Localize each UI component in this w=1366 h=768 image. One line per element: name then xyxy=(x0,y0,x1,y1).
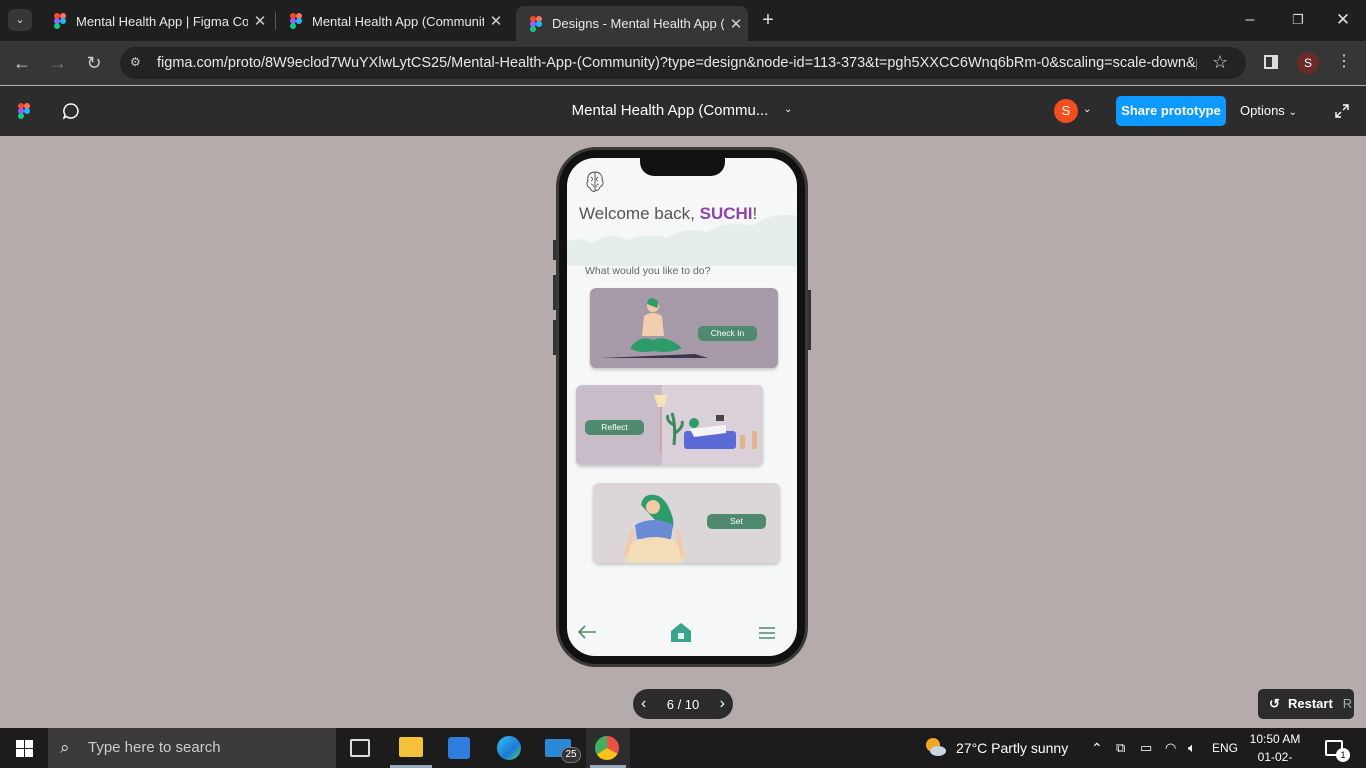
meet-now-icon[interactable]: ⧉ xyxy=(1116,728,1125,768)
welcome-suffix: ! xyxy=(752,204,758,223)
battery-icon[interactable]: ▭ xyxy=(1140,728,1152,768)
reload-icon[interactable]: ↻ xyxy=(82,52,106,74)
phone-side-button xyxy=(808,290,811,350)
figma-icon xyxy=(54,13,66,29)
next-frame-icon[interactable]: › xyxy=(720,695,725,713)
restart-shortcut: R xyxy=(1342,696,1353,711)
taskbar-search-input[interactable]: ⌕ Type here to search xyxy=(48,728,336,768)
tab-figma-community-1[interactable]: Mental Health App | Figma Com ✕ xyxy=(40,6,272,36)
chevron-down-icon: ⌄ xyxy=(1288,107,1297,118)
clock-time: 10:50 AM xyxy=(1249,732,1301,746)
profile-avatar[interactable]: S xyxy=(1297,52,1319,74)
options-label: Options xyxy=(1240,103,1285,118)
check-in-card[interactable]: Check In xyxy=(590,288,778,368)
weather-icon[interactable] xyxy=(923,736,947,758)
tab-search-icon[interactable]: ⌄ xyxy=(8,9,32,31)
set-button[interactable]: Set xyxy=(707,514,766,529)
check-in-button[interactable]: Check In xyxy=(698,326,757,341)
fullscreen-icon[interactable] xyxy=(1334,103,1350,119)
notification-count: 1 xyxy=(1336,748,1350,762)
options-button[interactable]: Options ⌄ xyxy=(1240,96,1310,126)
user-name: SUCHI xyxy=(699,204,753,223)
restore-icon[interactable]: ❐ xyxy=(1288,8,1308,32)
chevron-down-icon[interactable]: ⌄ xyxy=(1083,104,1095,118)
app-home-icon[interactable] xyxy=(669,621,693,643)
brain-logo-icon xyxy=(583,170,607,194)
search-placeholder: Type here to search xyxy=(88,739,221,756)
tab-title: Designs - Mental Health App (C xyxy=(552,16,724,31)
close-icon[interactable]: ✕ xyxy=(724,15,748,33)
close-icon[interactable]: ✕ xyxy=(484,12,508,30)
reflect-button[interactable]: Reflect xyxy=(585,420,644,435)
figma-logo-icon[interactable] xyxy=(18,103,30,119)
welcome-heading: Welcome back, SUCHI! xyxy=(579,204,757,224)
prototype-pager: ‹ 6 / 10 › xyxy=(633,689,733,719)
forward-arrow-icon[interactable]: → xyxy=(46,52,70,74)
microsoft-store-icon[interactable] xyxy=(448,737,470,759)
share-prototype-button[interactable]: Share prototype xyxy=(1116,96,1226,126)
restart-label: Restart xyxy=(1288,696,1333,711)
set-goals-card[interactable]: Set xyxy=(593,483,780,563)
prompt-text: What would you like to do? xyxy=(585,265,711,277)
window-close-icon[interactable]: ✕ xyxy=(1333,8,1353,32)
edge-browser-icon[interactable] xyxy=(497,736,521,760)
figma-icon xyxy=(290,13,302,29)
address-bar[interactable]: ⚙ figma.com/proto/8W9eclod7WuYXlwLytCS25… xyxy=(120,47,1246,79)
app-menu-icon[interactable] xyxy=(757,625,777,641)
file-title[interactable]: Mental Health App (Commu... xyxy=(520,86,820,136)
file-explorer-icon[interactable] xyxy=(399,737,423,757)
windows-start-icon[interactable] xyxy=(16,740,33,757)
new-tab-button[interactable]: + xyxy=(758,8,778,32)
back-arrow-icon[interactable]: ← xyxy=(10,52,34,74)
clock-date: 01-02-2024 xyxy=(1257,750,1293,764)
minimize-icon[interactable]: – xyxy=(1240,8,1260,32)
comment-icon[interactable] xyxy=(62,102,80,120)
active-app-highlight xyxy=(586,728,630,768)
search-icon: ⌕ xyxy=(60,738,70,757)
close-icon[interactable]: ✕ xyxy=(248,12,272,30)
tab-designs-active[interactable]: Designs - Mental Health App (C ✕ xyxy=(516,6,748,41)
browser-menu-icon[interactable]: ⋮ xyxy=(1336,51,1352,73)
file-title-text: Mental Health App (Commu... xyxy=(571,102,769,119)
wifi-icon[interactable]: ◠ xyxy=(1165,728,1176,768)
volume-icon[interactable]: 🔈︎ xyxy=(1188,728,1196,768)
user-avatar[interactable]: S xyxy=(1054,99,1078,123)
url-text[interactable]: figma.com/proto/8W9eclod7WuYXlwLytCS25/M… xyxy=(157,55,1197,71)
chevron-down-icon[interactable]: ⌄ xyxy=(784,104,796,118)
weather-text[interactable]: 27°C Partly sunny xyxy=(956,728,1068,768)
bookmark-star-icon[interactable]: ☆ xyxy=(1212,51,1232,73)
side-panel-icon[interactable] xyxy=(1264,55,1278,69)
clock[interactable]: 10:50 AM 01-02-2024 xyxy=(1246,730,1304,768)
figma-icon xyxy=(530,15,542,32)
task-view-icon[interactable] xyxy=(350,739,370,757)
restart-button[interactable]: ↺ Restart R xyxy=(1258,689,1354,719)
reflect-card[interactable]: Reflect xyxy=(576,385,763,465)
app-back-arrow-icon[interactable] xyxy=(576,624,598,640)
tab-title: Mental Health App (Community xyxy=(312,13,484,29)
mail-badge: 25 xyxy=(561,747,581,763)
chevron-up-icon[interactable]: ⌃ xyxy=(1091,728,1103,768)
phone-notch xyxy=(640,158,725,176)
language-indicator[interactable]: ENG xyxy=(1212,728,1238,768)
restart-icon: ↺ xyxy=(1269,696,1280,711)
site-info-icon[interactable]: ⚙ xyxy=(130,55,146,71)
tab-figma-community-2[interactable]: Mental Health App (Community ✕ xyxy=(276,6,508,36)
tab-title: Mental Health App | Figma Com xyxy=(76,13,248,29)
frame-counter: 6 / 10 xyxy=(666,696,700,712)
welcome-prefix: Welcome back, xyxy=(579,204,700,223)
previous-frame-icon[interactable]: ‹ xyxy=(641,695,646,713)
